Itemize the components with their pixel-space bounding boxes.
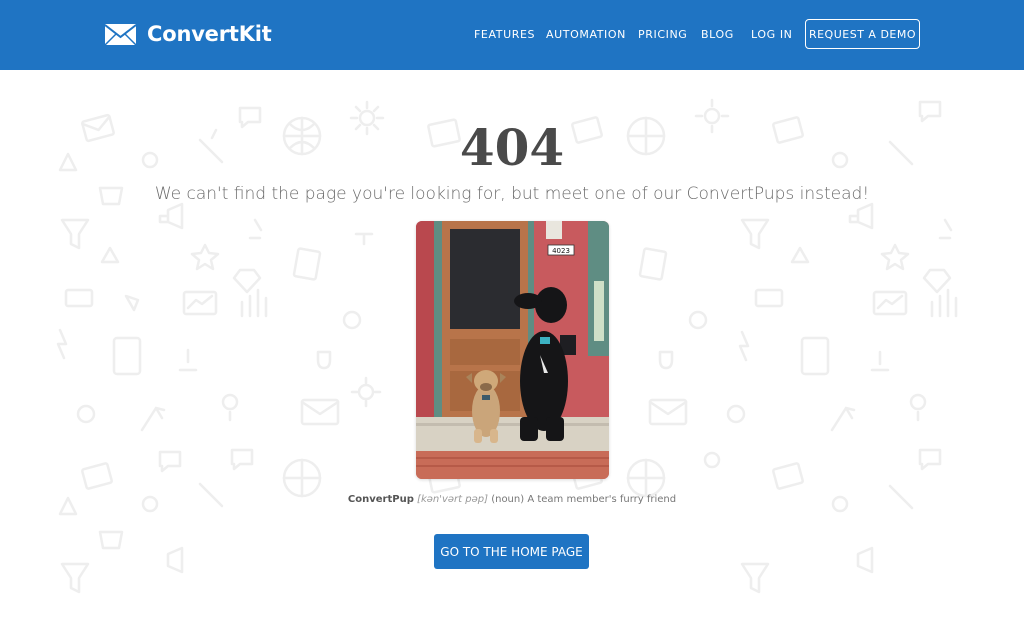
error-message: We can't find the page you're looking fo…: [154, 184, 870, 204]
top-navbar: ConvertKit FEATURES AUTOMATION PRICING B…: [0, 0, 1024, 70]
home-page-button[interactable]: GO TO THE HOME PAGE: [434, 534, 589, 569]
caption-term: ConvertPup: [347, 494, 414, 505]
convertpup-photo: 4023: [416, 221, 609, 479]
nav-blog[interactable]: BLOG: [701, 28, 734, 41]
caption-pronunciation: [kən'vərt pəp]: [417, 494, 489, 505]
nav-pricing[interactable]: PRICING: [638, 28, 687, 41]
house-number: 4023: [552, 247, 570, 255]
caption-definition: (noun) A team member's furry friend: [491, 494, 677, 505]
nav-features[interactable]: FEATURES: [474, 28, 535, 41]
error-code: 404: [459, 118, 565, 177]
nav-login[interactable]: LOG IN: [751, 28, 793, 41]
nav-automation[interactable]: AUTOMATION: [546, 28, 626, 41]
request-demo-button[interactable]: REQUEST A DEMO: [805, 19, 920, 49]
photo-caption: ConvertPup [kən'vərt pəp] (noun) A team …: [0, 494, 1024, 505]
